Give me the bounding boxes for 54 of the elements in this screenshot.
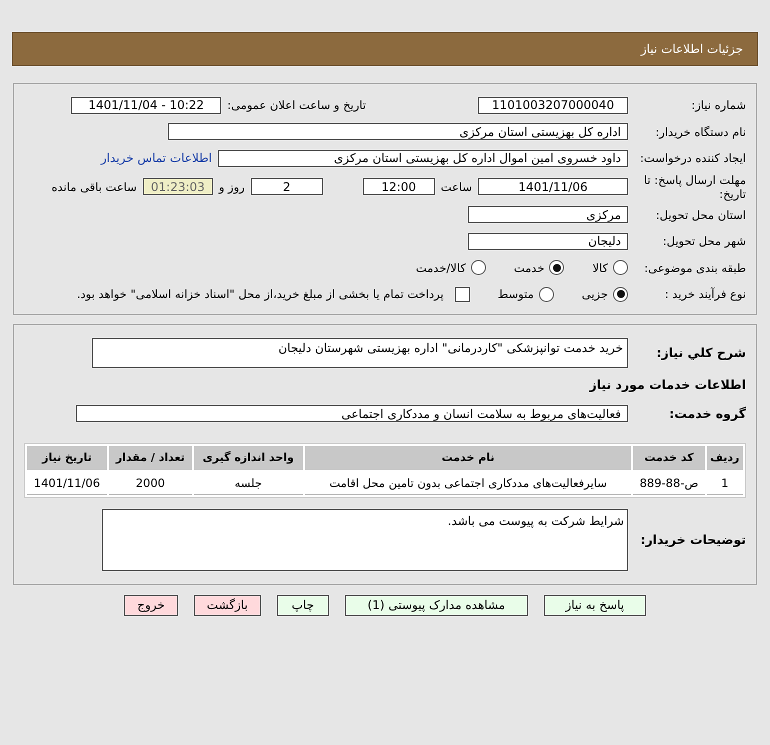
deadline-time-field: 12:00 — [362, 178, 435, 195]
field-label: ایجاد کننده درخواست: — [639, 151, 746, 166]
contact-link[interactable]: اطلاعات تماس خریدار — [100, 151, 212, 166]
field-label: نوع فرآیند خرید : — [664, 287, 746, 302]
province-field: مرکزی — [468, 206, 628, 224]
field-label: طبقه بندی موضوعی: — [643, 260, 746, 275]
radio-label: کالا/خدمت — [416, 260, 466, 275]
countdown-field: 01:23:03 — [142, 178, 213, 195]
field-label: شماره نیاز: — [690, 98, 746, 112]
field-label: شرح کلي نياز: — [656, 345, 746, 360]
field-label: نام دستگاه خریدار: — [654, 124, 746, 139]
field-label: تاریخ و ساعت اعلان عمومی: — [227, 98, 366, 112]
city-field: دلیجان — [468, 232, 628, 250]
radio-label: کالا — [592, 260, 608, 275]
column-header: نام خدمت — [304, 446, 632, 470]
field-label: گروه خدمت: — [668, 406, 746, 421]
description-field: خرید خدمت توانپزشکی "کاردرمانی" اداره بهزیستی شهرستان دلیجان — [92, 338, 628, 368]
field-label: روز و — [218, 180, 245, 194]
page-header: جزئیات اطلاعات نیاز — [12, 32, 758, 66]
action-button[interactable]: بازگشت — [194, 594, 261, 616]
column-header: کد خدمت — [633, 446, 705, 470]
deadline-date-field: 1401/11/06 — [478, 178, 628, 195]
action-button[interactable]: مشاهده مدارک پیوستی (1) — [344, 594, 528, 616]
column-header: تاریخ نیاز — [27, 446, 107, 470]
radio-label: خدمت — [514, 260, 544, 275]
radio-button[interactable] — [538, 286, 554, 302]
need-number-field: 1101003207000040 — [478, 96, 628, 114]
creator-field: داود خسروی امین اموال اداره کل بهزیستی استان مرکزی — [218, 150, 628, 167]
radio-button[interactable] — [549, 260, 564, 276]
buyer-org-field: اداره کل بهزیستی استان مرکزی — [168, 123, 628, 140]
radio-label: جزیی — [582, 287, 608, 302]
buyer-notes-field: شرایط شرکت به پیوست می باشد. — [102, 508, 628, 570]
column-header: ردیف — [706, 446, 743, 470]
treasury-note: پرداخت تمام یا بخشی از مبلغ خرید،از محل "اسناد خزانه اسلامی" خواهد بود. — [76, 287, 444, 302]
radio-button[interactable] — [613, 260, 628, 276]
field-label: ساعت — [440, 180, 472, 194]
section-title: اطلاعات خدمات مورد نیاز — [590, 377, 746, 392]
radio-button[interactable] — [613, 286, 628, 302]
radio-button[interactable] — [470, 260, 486, 276]
radio-label: متوسط — [498, 287, 534, 302]
field-label: ساعت باقی مانده — [52, 180, 137, 194]
checkbox[interactable] — [454, 286, 470, 302]
column-header: تعداد / مقدار — [108, 446, 192, 470]
days-field: 2 — [250, 178, 323, 195]
service-group-field: فعالیت‌های مربوط به سلامت انسان و مددکاری اجتماعی — [76, 405, 628, 422]
field-label: توضیحات خریدار: — [639, 532, 746, 547]
field-label: مهلت ارسال پاسخ: تا تاریخ: — [642, 172, 746, 200]
field-label: استان محل تحویل: — [654, 208, 746, 222]
action-button[interactable]: خروج — [124, 594, 178, 616]
action-button[interactable]: چاپ — [276, 594, 329, 616]
action-button[interactable]: پاسخ به نیاز — [544, 594, 646, 616]
field-label: شهر محل تحویل: — [662, 234, 746, 248]
column-header: واحد اندازه گیری — [194, 446, 303, 470]
announce-date-field: 1401/11/04 - 10:22 — [71, 96, 222, 114]
